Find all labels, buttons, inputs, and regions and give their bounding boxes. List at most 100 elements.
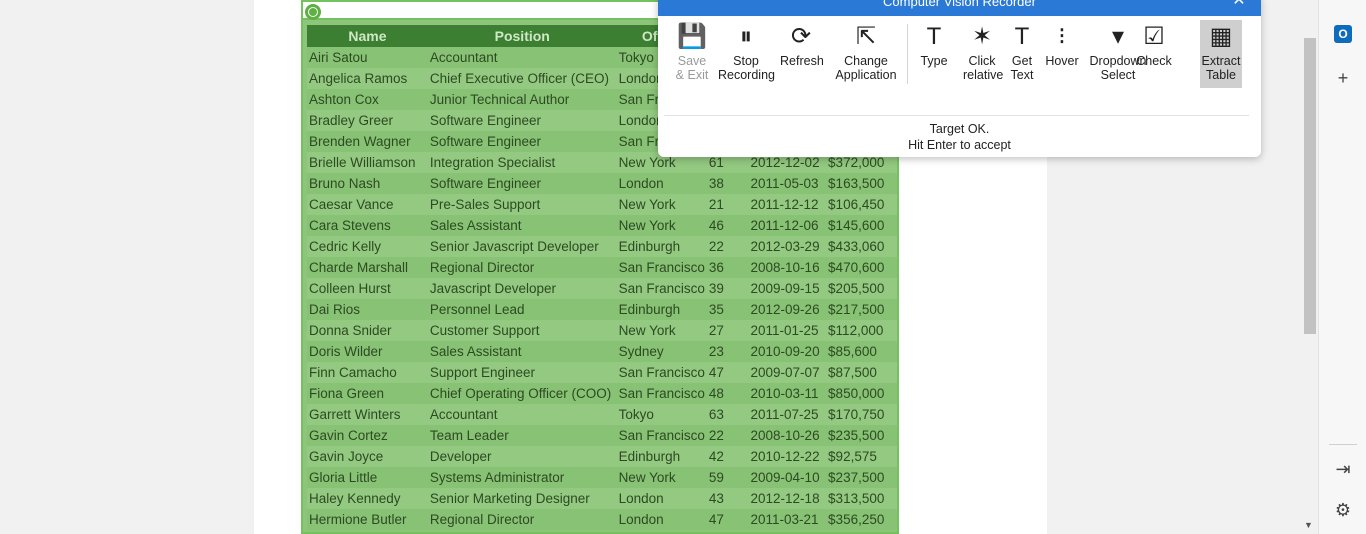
table-cell: Ashton Cox bbox=[307, 89, 428, 110]
sidebar-toggle-icon[interactable]: ⇥ bbox=[1331, 457, 1355, 481]
toolbar-button-label: Refresh bbox=[780, 54, 824, 68]
toolbar-button-extract-table[interactable]: ▦ Extract Table bbox=[1200, 20, 1242, 88]
toolbar-button-click-relative[interactable]: ✶ Click relative bbox=[963, 20, 1003, 88]
table-cell: 2011-05-03 bbox=[748, 173, 827, 194]
recorder-toolbar: 💾 Save & Exit ⏸ Stop Recording ⟳ Refresh ⇱ Chan… bbox=[658, 20, 1261, 90]
table-cell: San Francisco bbox=[616, 425, 707, 446]
column-header[interactable]: Position bbox=[427, 25, 617, 47]
outlook-icon[interactable]: O bbox=[1334, 25, 1352, 43]
table-row[interactable]: Donna Snider Customer Support New York 27 20… bbox=[307, 320, 897, 341]
page-scrollbar[interactable]: ▼ bbox=[1301, 0, 1318, 534]
toolbar-button-change-application[interactable]: ⇱ Change Application bbox=[834, 20, 898, 88]
table-row[interactable]: Caesar Vance Pre-Sales Support New York 21 2… bbox=[307, 194, 897, 215]
close-icon[interactable]: ✕ bbox=[1231, 0, 1247, 10]
table-row[interactable]: Gloria Little Systems Administrator New Yo… bbox=[307, 467, 897, 488]
table-cell: Doris Wilder bbox=[307, 341, 428, 362]
table-cell: Donna Snider bbox=[307, 320, 428, 341]
table-cell: Software Engineer bbox=[427, 131, 617, 152]
table-cell: $163,500 bbox=[826, 173, 897, 194]
plus-icon[interactable]: + bbox=[1331, 66, 1355, 90]
table-cell: London bbox=[616, 488, 707, 509]
table-row[interactable]: Colleen Hurst Javascript Developer San Fra… bbox=[307, 278, 897, 299]
table-cell: 47 bbox=[706, 509, 749, 530]
toolbar-button-type[interactable]: T Type bbox=[919, 20, 949, 88]
table-cell: 2011-12-06 bbox=[748, 215, 827, 236]
toolbar-button-label: Hover bbox=[1045, 54, 1079, 68]
table-cell: Tokyo bbox=[616, 404, 707, 425]
table-cell: 39 bbox=[706, 278, 749, 299]
table-row[interactable]: Fiona Green Chief Operating Officer (COO)… bbox=[307, 383, 897, 404]
table-cell: Brielle Williamson bbox=[307, 152, 428, 173]
table-cell: Fiona Green bbox=[307, 383, 428, 404]
table-cell: New York bbox=[616, 194, 707, 215]
table-row[interactable]: Bruno Nash Software Engineer London 38 2011-… bbox=[307, 173, 897, 194]
table-cell: San Francisco bbox=[616, 257, 707, 278]
table-cell: Airi Satou bbox=[307, 47, 428, 68]
table-row[interactable]: Dai Rios Personnel Lead Edinburgh 35 2012-09… bbox=[307, 299, 897, 320]
toolbar-button-pause[interactable]: ⏸ Stop Recording bbox=[718, 20, 775, 88]
table-cell: $92,575 bbox=[826, 446, 897, 467]
table-cell: Colleen Hurst bbox=[307, 278, 428, 299]
table-cell: 27 bbox=[706, 320, 749, 341]
table-cell: 2011-01-25 bbox=[748, 320, 827, 341]
table-cell: Software Engineer bbox=[427, 110, 617, 131]
table-row[interactable]: Charde Marshall Regional Director San Fran… bbox=[307, 257, 897, 278]
table-cell: Pre-Sales Support bbox=[427, 194, 617, 215]
table-cell: Regional Director bbox=[427, 257, 617, 278]
table-cell: Gavin Joyce bbox=[307, 446, 428, 467]
table-row[interactable]: Doris Wilder Sales Assistant Sydney 23 2010-… bbox=[307, 341, 897, 362]
table-cell: London bbox=[616, 509, 707, 530]
toolbar-button-check[interactable]: ☑ Check bbox=[1135, 20, 1173, 88]
table-row[interactable]: Hermione Butler Regional Director London 47… bbox=[307, 509, 897, 530]
table-cell: Edinburgh bbox=[616, 446, 707, 467]
table-cell: $235,500 bbox=[826, 425, 897, 446]
table-cell: London bbox=[616, 173, 707, 194]
table-cell: 48 bbox=[706, 383, 749, 404]
save-icon: 💾 bbox=[677, 23, 707, 50]
table-cell: Junior Technical Author bbox=[427, 89, 617, 110]
gear-icon[interactable]: ⚙ bbox=[1331, 498, 1355, 522]
table-cell: 2010-12-22 bbox=[748, 446, 827, 467]
pause-icon: ⏸ bbox=[740, 23, 752, 50]
table-row[interactable]: Haley Kennedy Senior Marketing Designer Lo… bbox=[307, 488, 897, 509]
toolbar-button-save[interactable]: 💾 Save & Exit bbox=[674, 20, 710, 88]
table-cell: 2010-09-20 bbox=[748, 341, 827, 362]
table-cell: Bradley Greer bbox=[307, 110, 428, 131]
table-cell: San Francisco bbox=[616, 383, 707, 404]
toolbar-button-refresh[interactable]: ⟳ Refresh bbox=[780, 20, 824, 88]
table-row[interactable]: Garrett Winters Accountant Tokyo 63 2011-07-… bbox=[307, 404, 897, 425]
table-cell: Regional Director bbox=[427, 509, 617, 530]
table-cell: Personnel Lead bbox=[427, 299, 617, 320]
hover-icon: ⁝ bbox=[1058, 23, 1066, 50]
table-cell: Cedric Kelly bbox=[307, 236, 428, 257]
table-cell: Javascript Developer bbox=[427, 278, 617, 299]
table-row[interactable]: Cara Stevens Sales Assistant New York 46 201… bbox=[307, 215, 897, 236]
table-cell: 59 bbox=[706, 467, 749, 488]
table-row[interactable]: Finn Camacho Support Engineer San Francisc… bbox=[307, 362, 897, 383]
table-row[interactable]: Gavin Cortez Team Leader San Francisco 22 20… bbox=[307, 425, 897, 446]
toolbar-button-label: Change Application bbox=[835, 54, 897, 82]
toolbar-button-get-text[interactable]: T Get Text bbox=[1008, 20, 1036, 88]
table-cell: 2012-09-26 bbox=[748, 299, 827, 320]
table-cell: $85,600 bbox=[826, 341, 897, 362]
table-cell: Team Leader bbox=[427, 425, 617, 446]
table-cell: Hermione Butler bbox=[307, 509, 428, 530]
table-cell: Sydney bbox=[616, 341, 707, 362]
toolbar-button-hover[interactable]: ⁝ Hover bbox=[1043, 20, 1081, 88]
table-cell: New York bbox=[616, 215, 707, 236]
get-text-icon: T bbox=[1014, 23, 1030, 50]
scroll-down-icon[interactable]: ▼ bbox=[1304, 520, 1313, 530]
column-header[interactable]: Name bbox=[307, 25, 428, 47]
table-cell: Sales Assistant bbox=[427, 215, 617, 236]
table-cell: $106,450 bbox=[826, 194, 897, 215]
table-row[interactable]: Cedric Kelly Senior Javascript Developer E… bbox=[307, 236, 897, 257]
table-cell: San Francisco bbox=[616, 362, 707, 383]
table-cell: Sales Assistant bbox=[427, 341, 617, 362]
table-cell: Chief Operating Officer (COO) bbox=[427, 383, 617, 404]
scrollbar-thumb[interactable] bbox=[1304, 38, 1316, 334]
toolbar-button-label: Extract Table bbox=[1201, 54, 1241, 82]
table-row[interactable]: Gavin Joyce Developer Edinburgh 42 2010-12-2… bbox=[307, 446, 897, 467]
table-cell: 2011-07-25 bbox=[748, 404, 827, 425]
table-cell: 42 bbox=[706, 446, 749, 467]
table-cell: New York bbox=[616, 320, 707, 341]
